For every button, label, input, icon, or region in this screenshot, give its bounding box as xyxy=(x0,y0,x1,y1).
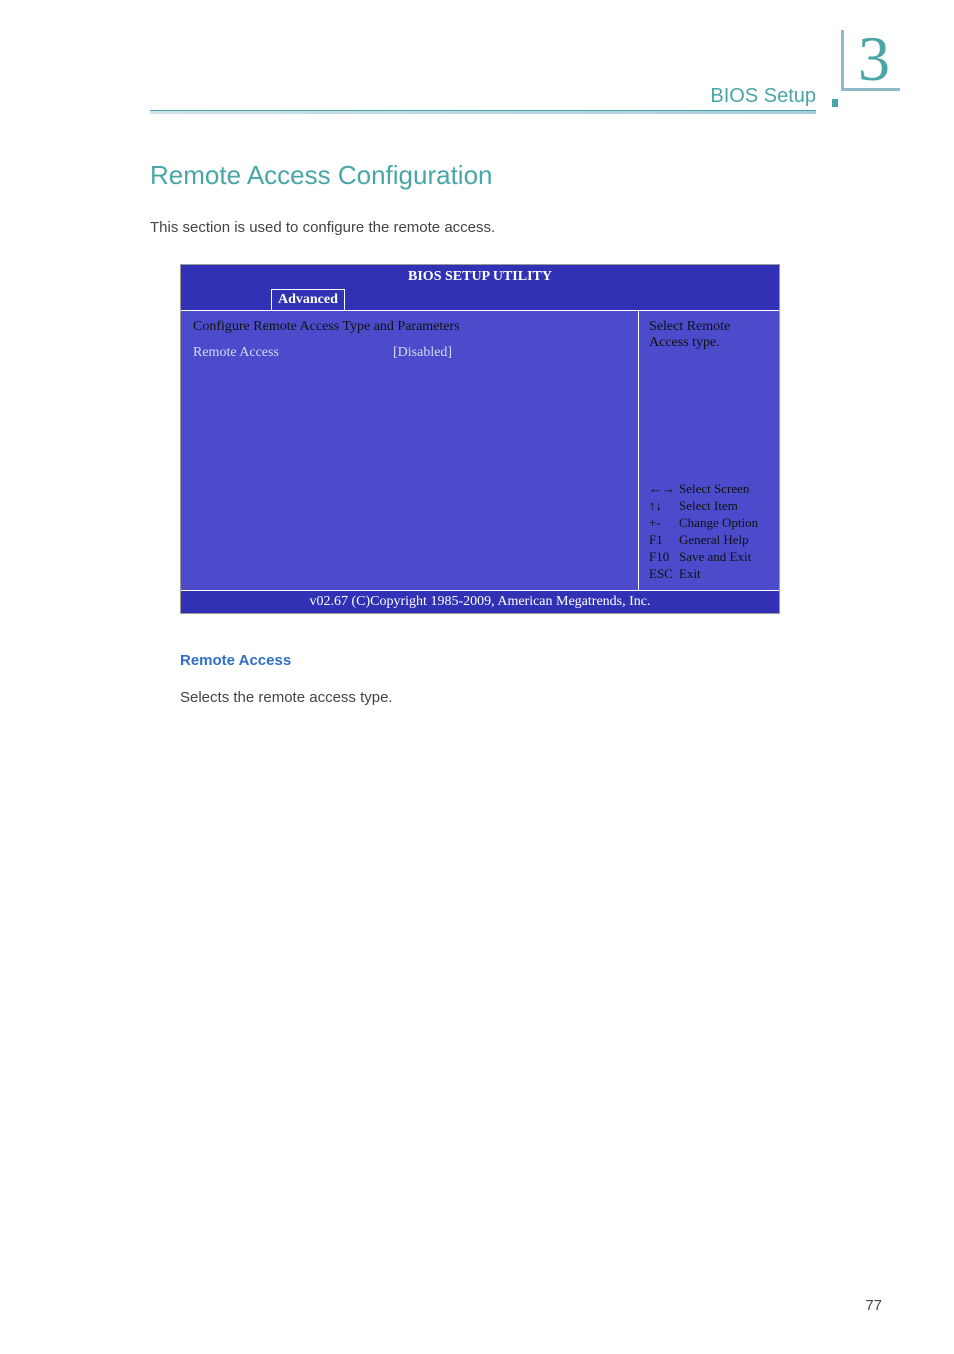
divider-tick xyxy=(832,99,838,107)
page-header: BIOS Setup 3 xyxy=(150,0,894,120)
page-number: 77 xyxy=(865,1297,882,1314)
bios-title: BIOS SETUP UTILITY xyxy=(181,265,779,289)
key-desc-select-screen: Select Screen xyxy=(679,481,769,497)
key-desc-select-item: Select Item xyxy=(679,498,769,514)
chapter-number: 3 xyxy=(841,30,900,91)
bios-setting-row: Remote Access [Disabled] xyxy=(193,345,626,361)
bios-help-text: Select Remote Access type. xyxy=(649,319,769,351)
bios-screenshot: BIOS SETUP UTILITY Advanced Configure Re… xyxy=(180,264,780,614)
header-divider xyxy=(150,110,816,114)
content-area: Remote Access Configuration This section… xyxy=(150,160,864,706)
key-esc: ESC xyxy=(649,566,679,582)
key-desc-save-exit: Save and Exit xyxy=(679,549,769,565)
key-desc-exit: Exit xyxy=(679,566,769,582)
bios-footer: v02.67 (C)Copyright 1985-2009, American … xyxy=(181,590,779,613)
bios-key-legend: ←→Select Screen ↑↓Select Item +-Change O… xyxy=(649,481,769,582)
bios-tabs: Advanced xyxy=(181,289,779,310)
bios-setting-value: [Disabled] xyxy=(393,345,452,361)
key-arrows-ud: ↑↓ xyxy=(649,498,679,514)
sub-text: Selects the remote access type. xyxy=(180,689,864,706)
key-plus-minus: +- xyxy=(649,515,679,531)
key-desc-general-help: General Help xyxy=(679,532,769,548)
chapter-label: BIOS Setup xyxy=(710,85,816,108)
key-f1: F1 xyxy=(649,532,679,548)
sub-heading: Remote Access xyxy=(180,652,864,669)
key-desc-change-option: Change Option xyxy=(679,515,769,531)
key-f10: F10 xyxy=(649,549,679,565)
section-title: Remote Access Configuration xyxy=(150,160,864,191)
bios-setting-label: Remote Access xyxy=(193,345,393,361)
section-intro: This section is used to configure the re… xyxy=(150,219,864,236)
bios-left-panel: Configure Remote Access Type and Paramet… xyxy=(181,311,639,590)
bios-body: Configure Remote Access Type and Paramet… xyxy=(181,310,779,590)
bios-subtitle: Configure Remote Access Type and Paramet… xyxy=(193,319,626,335)
bios-tab-advanced: Advanced xyxy=(271,289,345,310)
key-arrows-lr: ←→ xyxy=(649,481,679,497)
bios-right-panel: Select Remote Access type. ←→Select Scre… xyxy=(639,311,779,590)
